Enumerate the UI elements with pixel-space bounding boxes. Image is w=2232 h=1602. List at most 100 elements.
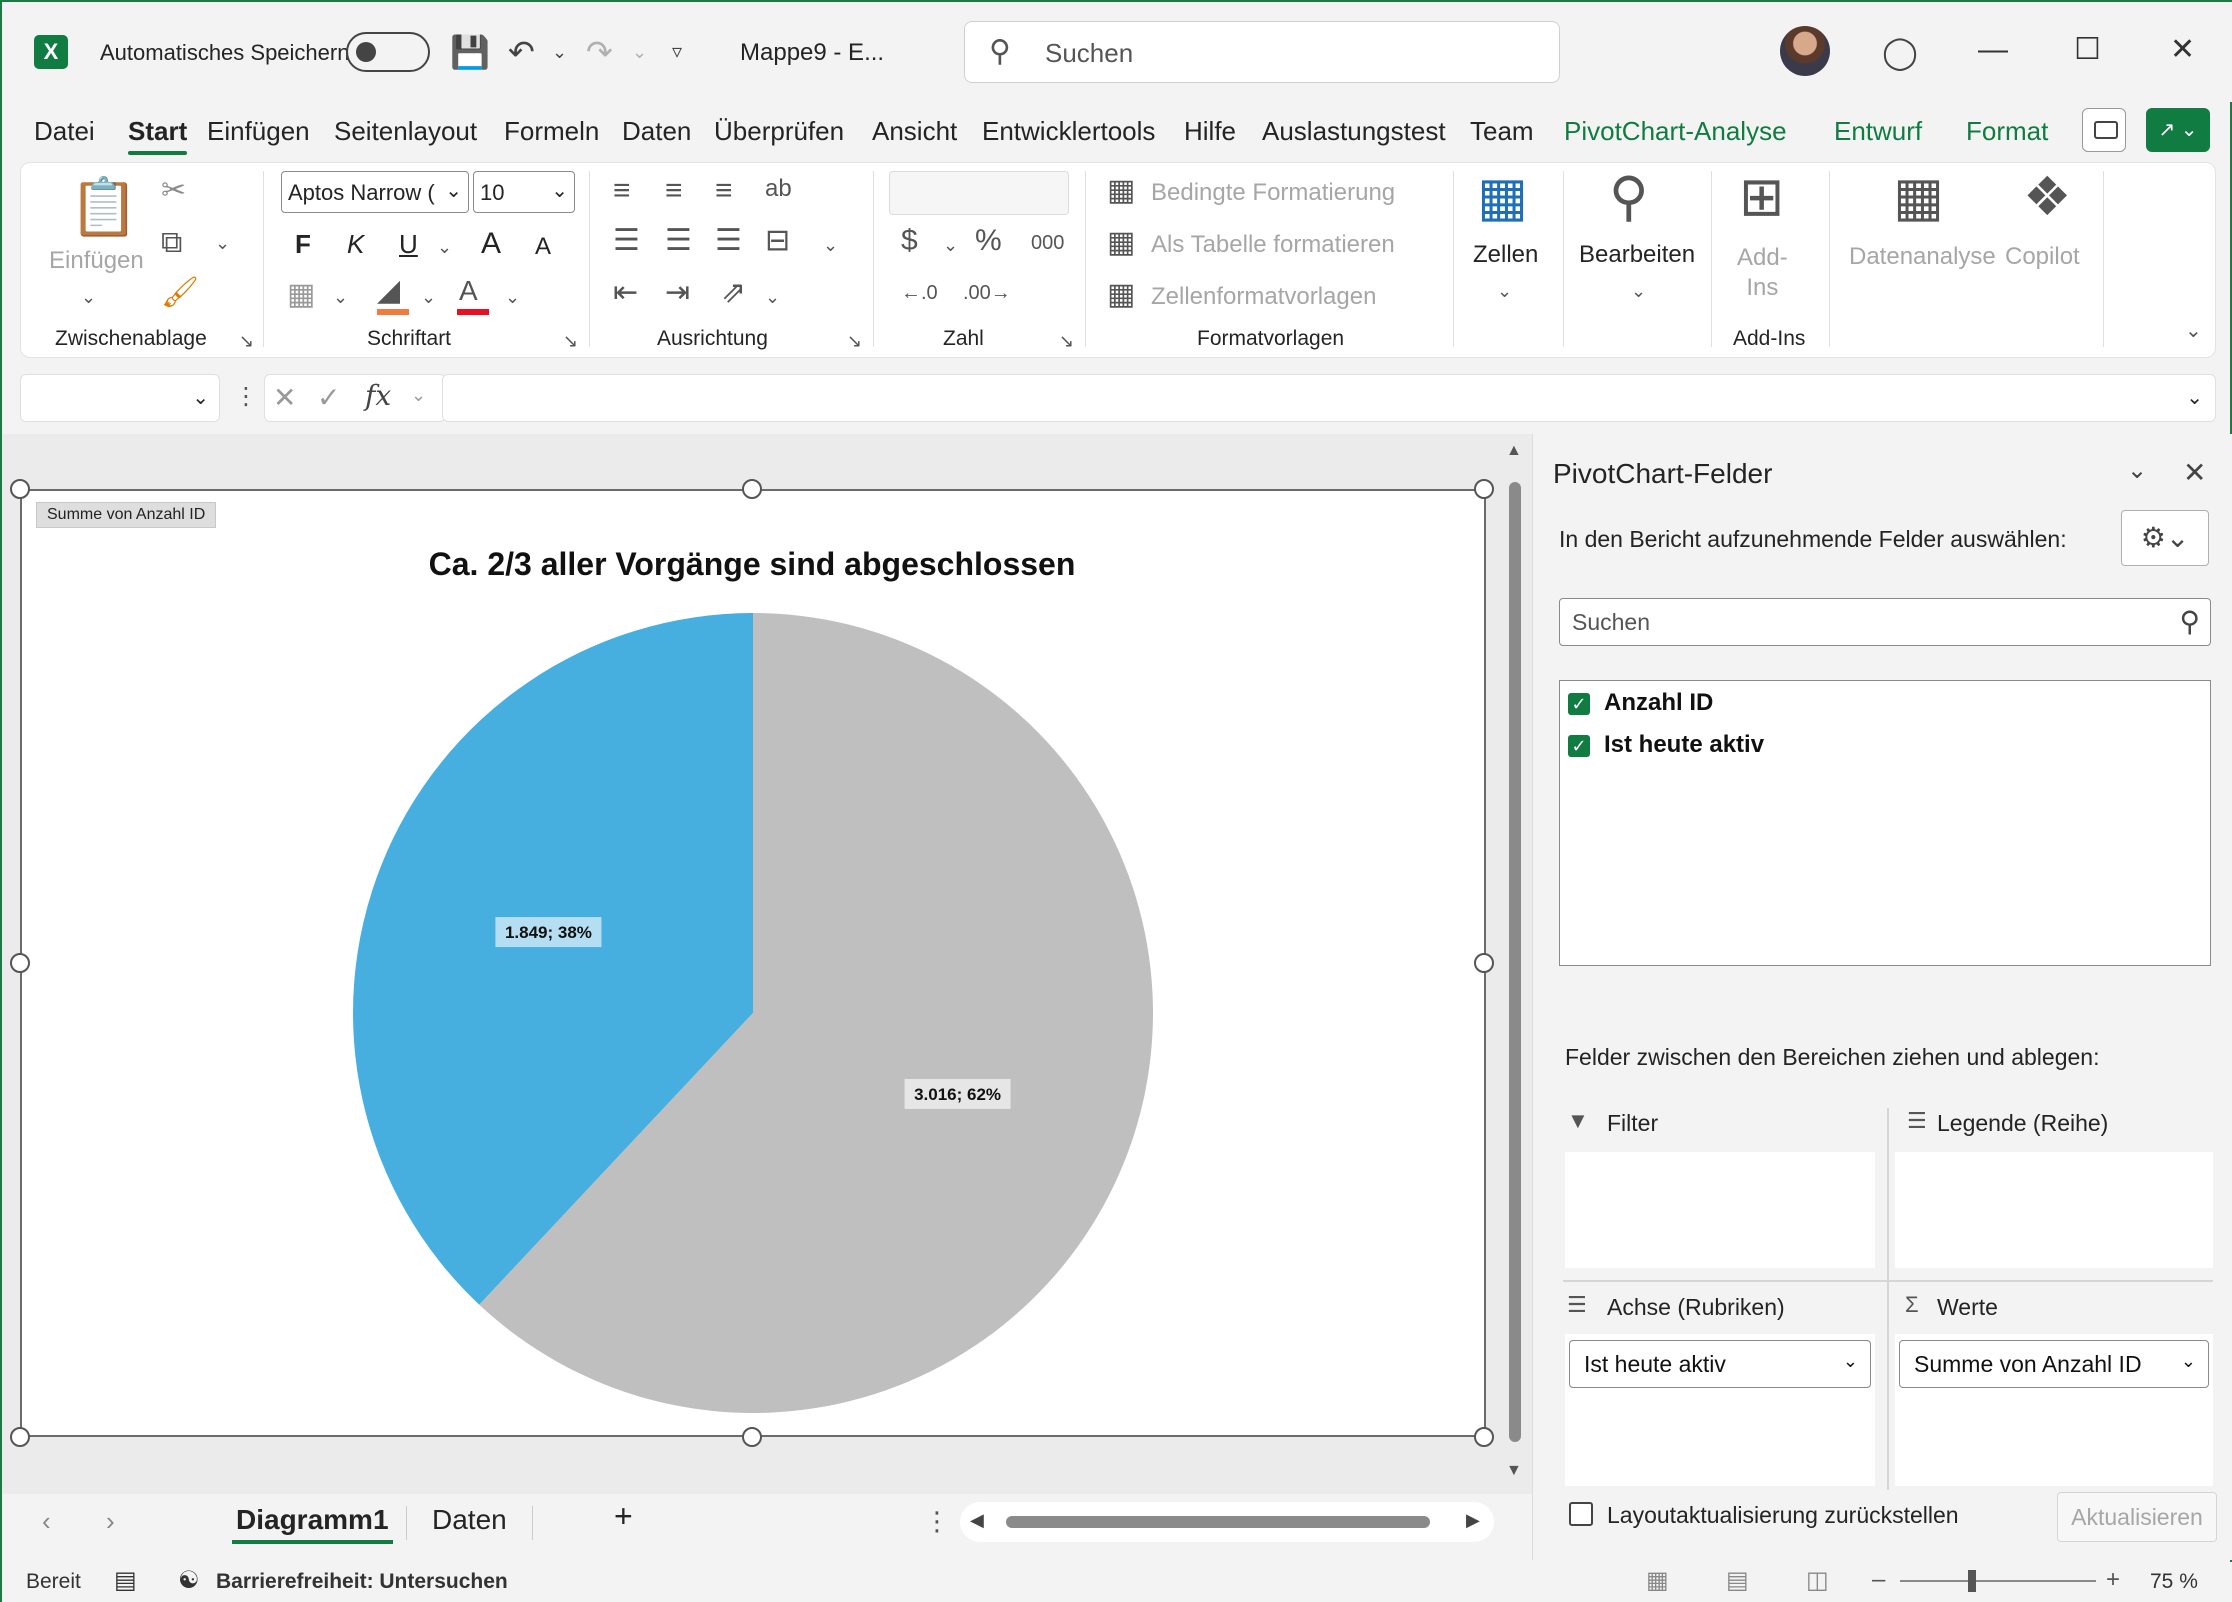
scroll-up-icon[interactable]: ▲ bbox=[1506, 442, 1522, 460]
data-analysis-icon[interactable]: ▦ bbox=[1893, 167, 1944, 227]
field-list: ✓ Anzahl ID ✓ Ist heute aktiv bbox=[1559, 680, 2211, 966]
area-divider bbox=[1563, 1280, 2213, 1282]
zoom-in-icon[interactable]: + bbox=[2106, 1566, 2120, 1594]
resize-handle-bottom[interactable] bbox=[742, 1427, 762, 1447]
resize-handle-top[interactable] bbox=[742, 479, 762, 499]
status-ready: Bereit bbox=[26, 1570, 81, 1593]
prev-sheet-icon[interactable]: ‹ bbox=[42, 1506, 51, 1537]
addins-group-label: Add-Ins bbox=[1733, 327, 1806, 350]
filter-area-label: Filter bbox=[1607, 1110, 1659, 1136]
pie-chart: 1.849; 38% 3.016; 62% bbox=[353, 613, 1153, 1413]
search-placeholder: Suchen bbox=[1572, 609, 1651, 635]
legend-area-label: Legende (Reihe) bbox=[1937, 1110, 2109, 1136]
update-button[interactable]: Aktualisieren bbox=[2057, 1492, 2217, 1542]
accessibility-status[interactable]: Barrierefreiheit: Untersuchen bbox=[216, 1570, 508, 1594]
legend-icon: ☰ bbox=[1907, 1108, 1927, 1133]
axis-area-label: Achse (Rubriken) bbox=[1607, 1294, 1785, 1320]
field-name: Ist heute aktiv bbox=[1604, 731, 1765, 758]
page-layout-icon[interactable]: ▤ bbox=[1726, 1566, 1749, 1595]
normal-view-icon[interactable]: ▦ bbox=[1646, 1566, 1669, 1595]
drag-hint: Felder zwischen den Bereichen ziehen und… bbox=[1565, 1044, 2100, 1070]
copilot-button[interactable]: Copilot bbox=[2005, 243, 2080, 271]
resize-handle-bottom-right[interactable] bbox=[1474, 1427, 1494, 1447]
data-analysis-button[interactable]: Datenanalyse bbox=[1849, 243, 1996, 271]
separator bbox=[2103, 171, 2104, 347]
addins-icon[interactable]: ⊞ bbox=[1739, 167, 1784, 227]
collapse-ribbon-icon[interactable]: ⌄ bbox=[2185, 313, 2202, 349]
axis-field-pill[interactable]: Ist heute aktiv ⌄ bbox=[1569, 1340, 1871, 1388]
scroll-right-icon[interactable]: ▶ bbox=[1466, 1510, 1480, 1531]
sheet-tab-diagramm1[interactable]: Diagramm1 bbox=[232, 1504, 393, 1544]
close-icon[interactable]: ✕ bbox=[2170, 30, 2195, 70]
resize-handle-left[interactable] bbox=[10, 953, 30, 973]
area-divider bbox=[1887, 1108, 1889, 1490]
chevron-down-icon: ⌄ bbox=[2180, 1351, 2196, 1371]
filter-drop-zone[interactable] bbox=[1565, 1152, 1875, 1268]
data-label[interactable]: 3.016; 62% bbox=[914, 1085, 1001, 1104]
maximize-icon[interactable]: ☐ bbox=[2074, 30, 2101, 70]
tab-divider bbox=[406, 1506, 407, 1540]
page-break-icon[interactable]: ◫ bbox=[1806, 1566, 1829, 1595]
tab-entwurf[interactable]: Entwurf bbox=[1834, 116, 1922, 147]
checkbox-checked-icon[interactable]: ✓ bbox=[1568, 692, 1590, 715]
tab-pivotchart-analyse[interactable]: PivotChart-Analyse bbox=[1564, 116, 1787, 147]
zoom-slider-thumb[interactable] bbox=[1968, 1570, 1976, 1592]
vertical-scrollbar[interactable]: ▲ ▼ bbox=[1504, 442, 1524, 1482]
checkbox-checked-icon[interactable]: ✓ bbox=[1568, 734, 1590, 757]
field-item-anzahl-id[interactable]: ✓ Anzahl ID bbox=[1568, 689, 1713, 719]
resize-handle-top-right[interactable] bbox=[1474, 479, 1494, 499]
editing-dropdown-icon[interactable]: ⌄ bbox=[1631, 273, 1646, 309]
resize-handle-right[interactable] bbox=[1474, 953, 1494, 973]
lightbulb-icon[interactable]: ◯ bbox=[1882, 32, 1918, 72]
data-label[interactable]: 1.849; 38% bbox=[505, 923, 592, 942]
separator bbox=[1829, 171, 1830, 347]
values-field-pill[interactable]: Summe von Anzahl ID ⌄ bbox=[1899, 1340, 2209, 1388]
tab-format[interactable]: Format bbox=[1966, 116, 2048, 147]
resize-handle-bottom-left[interactable] bbox=[10, 1427, 30, 1447]
defer-layout-checkbox[interactable] bbox=[1569, 1502, 1593, 1526]
share-button[interactable]: ↗ ⌄ bbox=[2146, 108, 2210, 152]
copilot-icon[interactable]: ❖ bbox=[2023, 167, 2071, 227]
zoom-out-icon[interactable]: – bbox=[1872, 1566, 1885, 1594]
legend-drop-zone[interactable] bbox=[1895, 1152, 2213, 1268]
values-field-name: Summe von Anzahl ID bbox=[1914, 1351, 2142, 1377]
zoom-slider[interactable] bbox=[1900, 1580, 2096, 1582]
editing-button-label[interactable]: Bearbeiten bbox=[1579, 241, 1695, 269]
scrollbar-thumb[interactable] bbox=[1006, 1516, 1430, 1528]
resize-handle-top-left[interactable] bbox=[10, 479, 30, 499]
addins-button-label[interactable]: Add- Ins bbox=[1737, 243, 1788, 303]
add-sheet-button[interactable]: + bbox=[614, 1498, 633, 1535]
horizontal-scrollbar[interactable]: ◀ ▶ bbox=[960, 1502, 1494, 1542]
zoom-level[interactable]: 75 % bbox=[2150, 1570, 2198, 1594]
sigma-icon: Σ bbox=[1905, 1292, 1919, 1317]
field-name: Anzahl ID bbox=[1604, 689, 1714, 716]
sheet-tab-daten[interactable]: Daten bbox=[432, 1504, 507, 1536]
field-item-ist-heute-aktiv[interactable]: ✓ Ist heute aktiv bbox=[1568, 731, 1764, 761]
values-area-label: Werte bbox=[1937, 1294, 1998, 1320]
chevron-down-icon: ⌄ bbox=[1842, 1351, 1858, 1371]
defer-layout-label: Layoutaktualisierung zurückstellen bbox=[1607, 1502, 1959, 1528]
excel-window: X Automatisches Speichern 💾 ↶ ⌄ ↷ ⌄ ▿ Ma… bbox=[0, 0, 2232, 1602]
scroll-left-icon[interactable]: ◀ bbox=[970, 1510, 984, 1531]
next-sheet-icon[interactable]: › bbox=[106, 1506, 115, 1537]
gear-icon[interactable]: ⚙⌄ bbox=[2121, 510, 2209, 566]
filter-icon: ▼ bbox=[1567, 1108, 1589, 1133]
close-icon[interactable]: ✕ bbox=[2183, 456, 2206, 489]
pane-options-icon[interactable]: ⌄ bbox=[2127, 456, 2147, 485]
scroll-down-icon[interactable]: ▼ bbox=[1506, 1462, 1522, 1480]
macro-record-icon[interactable]: ▤ bbox=[114, 1566, 137, 1595]
field-search-input[interactable]: Suchen ⚲ bbox=[1559, 598, 2211, 646]
pane-title: PivotChart-Felder bbox=[1553, 458, 1773, 489]
search-icon: ⚲ bbox=[2179, 606, 2200, 637]
search-icon[interactable]: ⚲ bbox=[1609, 167, 1649, 227]
minimize-icon[interactable]: — bbox=[1978, 30, 2008, 70]
comments-button[interactable] bbox=[2082, 108, 2126, 152]
sheet-tabs-bar: ‹ › Diagramm1 Daten + ⋮ ◀ ▶ bbox=[2, 1494, 1532, 1552]
expand-formula-icon[interactable]: ⌄ bbox=[2186, 385, 2203, 410]
tab-divider bbox=[532, 1506, 533, 1540]
avatar[interactable] bbox=[1780, 26, 1830, 76]
accessibility-icon[interactable]: ☯ bbox=[178, 1566, 200, 1595]
axis-field-name: Ist heute aktiv bbox=[1584, 1351, 1726, 1377]
scrollbar-thumb[interactable] bbox=[1509, 482, 1521, 1442]
more-sheets-icon[interactable]: ⋮ bbox=[924, 1506, 950, 1537]
